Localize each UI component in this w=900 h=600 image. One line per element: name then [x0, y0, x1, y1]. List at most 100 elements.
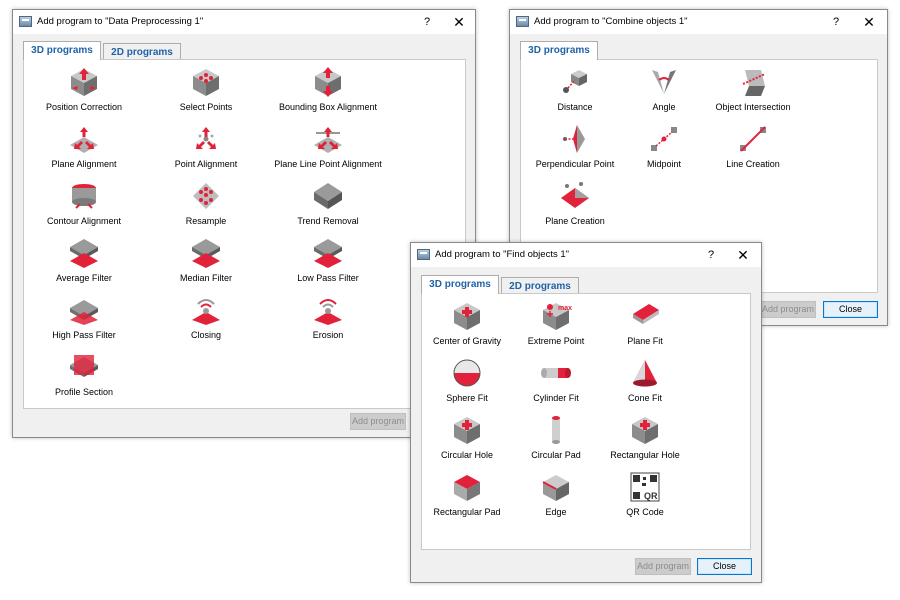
program-label: Plane Alignment	[51, 159, 117, 169]
help-button[interactable]: ?	[419, 14, 435, 30]
program-item-bounding-box-alignment[interactable]: Bounding Box Alignment	[268, 64, 388, 118]
program-item-line-creation[interactable]: Line Creation	[693, 121, 813, 175]
midpoint-icon	[648, 123, 680, 155]
program-item-plane-line-point-alignment[interactable]: Plane Line Point Alignment	[268, 121, 388, 175]
add-program-button[interactable]: Add program	[635, 558, 691, 575]
circular-hole-icon	[451, 414, 483, 446]
program-label: Resample	[185, 216, 227, 226]
program-label: Object Intersection	[715, 102, 791, 112]
select-points-icon	[190, 66, 222, 98]
program-item-position-correction[interactable]: Position Correction	[24, 64, 144, 118]
close-icon[interactable]: ✕	[861, 14, 877, 30]
program-item-closing[interactable]: Closing	[146, 292, 266, 346]
point-alignment-icon	[190, 123, 222, 155]
program-label: Erosion	[312, 330, 344, 340]
plane-creation-icon	[559, 180, 591, 212]
program-label: Average Filter	[56, 273, 112, 283]
add-program-button[interactable]: Add program	[350, 413, 406, 430]
program-label: Bounding Box Alignment	[278, 102, 378, 112]
dialog-find-objects: Add program to "Find objects 1" ? ✕ 3D p…	[410, 242, 762, 583]
program-label: Rectangular Hole	[610, 450, 680, 460]
plane-line-point-alignment-icon	[312, 123, 344, 155]
program-item-object-intersection[interactable]: Object Intersection	[693, 64, 813, 118]
program-item-plane-creation[interactable]: Plane Creation	[515, 178, 635, 232]
add-program-button[interactable]: Add program	[760, 301, 816, 318]
program-item-plane-alignment[interactable]: Plane Alignment	[24, 121, 144, 175]
perpendicular-point-icon	[559, 123, 591, 155]
center-of-gravity-icon	[451, 300, 483, 332]
program-label: Plane Line Point Alignment	[274, 159, 382, 169]
close-button[interactable]: Close	[823, 301, 878, 318]
help-button[interactable]: ?	[703, 247, 719, 263]
qr-code-icon: QR	[629, 471, 661, 503]
median-filter-icon	[190, 237, 222, 269]
program-list: Position Correction Select Points Bounding…	[23, 59, 466, 409]
extreme-point-icon: max	[540, 300, 572, 332]
program-label: Profile Section	[54, 387, 114, 397]
erosion-icon	[312, 294, 344, 326]
program-label: Contour Alignment	[46, 216, 122, 226]
program-label: Plane Fit	[627, 336, 663, 346]
program-item-qr-code[interactable]: QR QR Code	[585, 469, 705, 523]
program-label: Cone Fit	[627, 393, 662, 403]
title-bar: Add program to "Combine objects 1" ? ✕	[510, 10, 887, 34]
tab-2d-programs[interactable]: 2D programs	[103, 43, 181, 60]
tab-3d-programs[interactable]: 3D programs	[421, 275, 499, 294]
program-item-low-pass-filter[interactable]: Low Pass Filter	[268, 235, 388, 289]
bounding-box-alignment-icon	[312, 66, 344, 98]
program-item-high-pass-filter[interactable]: High Pass Filter	[24, 292, 144, 346]
program-label: Point Alignment	[174, 159, 238, 169]
distance-icon	[559, 66, 591, 98]
tab-3d-programs[interactable]: 3D programs	[520, 41, 598, 60]
plane-fit-icon	[629, 300, 661, 332]
svg-text:QR: QR	[644, 491, 658, 501]
program-label: High Pass Filter	[52, 330, 116, 340]
closing-icon	[190, 294, 222, 326]
program-item-median-filter[interactable]: Median Filter	[146, 235, 266, 289]
program-list: Center of Gravity max Extreme Point Plane F…	[421, 293, 751, 550]
line-creation-icon	[737, 123, 769, 155]
contour-alignment-icon	[68, 180, 100, 212]
average-filter-icon	[68, 237, 100, 269]
profile-section-icon	[68, 351, 100, 383]
program-item-average-filter[interactable]: Average Filter	[24, 235, 144, 289]
dialog-title: Add program to "Data Preprocessing 1"	[37, 16, 204, 27]
circular-pad-icon	[540, 414, 572, 446]
program-label: QR Code	[626, 507, 664, 517]
help-button[interactable]: ?	[828, 14, 844, 30]
program-item-profile-section[interactable]: Profile Section	[24, 349, 144, 403]
app-icon	[19, 16, 32, 27]
program-label: Plane Creation	[545, 216, 605, 226]
edge-icon	[540, 471, 572, 503]
program-label: Line Creation	[726, 159, 780, 169]
program-item-cone-fit[interactable]: Cone Fit	[585, 355, 705, 409]
rectangular-hole-icon	[629, 414, 661, 446]
position-correction-icon	[68, 66, 100, 98]
cylinder-fit-icon	[540, 357, 572, 389]
angle-icon	[648, 66, 680, 98]
close-icon[interactable]: ✕	[735, 247, 751, 263]
program-label: Closing	[190, 330, 221, 340]
high-pass-filter-icon	[68, 294, 100, 326]
app-icon	[417, 249, 430, 260]
low-pass-filter-icon	[312, 237, 344, 269]
program-label: Low Pass Filter	[297, 273, 359, 283]
program-item-rectangular-hole[interactable]: Rectangular Hole	[585, 412, 705, 466]
rectangular-pad-icon	[451, 471, 483, 503]
program-item-resample[interactable]: Resample	[146, 178, 266, 232]
program-item-contour-alignment[interactable]: Contour Alignment	[24, 178, 144, 232]
program-item-select-points[interactable]: Select Points	[146, 64, 266, 118]
tab-2d-programs[interactable]: 2D programs	[501, 277, 579, 294]
tab-3d-programs[interactable]: 3D programs	[23, 41, 101, 60]
program-item-trend-removal[interactable]: Trend Removal	[268, 178, 388, 232]
sphere-fit-icon	[451, 357, 483, 389]
program-item-point-alignment[interactable]: Point Alignment	[146, 121, 266, 175]
dialog-title: Add program to "Combine objects 1"	[534, 16, 688, 27]
program-item-plane-fit[interactable]: Plane Fit	[585, 298, 705, 352]
resample-icon	[190, 180, 222, 212]
close-icon[interactable]: ✕	[451, 14, 467, 30]
app-icon	[516, 16, 529, 27]
close-button[interactable]: Close	[697, 558, 752, 575]
program-item-erosion[interactable]: Erosion	[268, 292, 388, 346]
trend-removal-icon	[312, 180, 344, 212]
